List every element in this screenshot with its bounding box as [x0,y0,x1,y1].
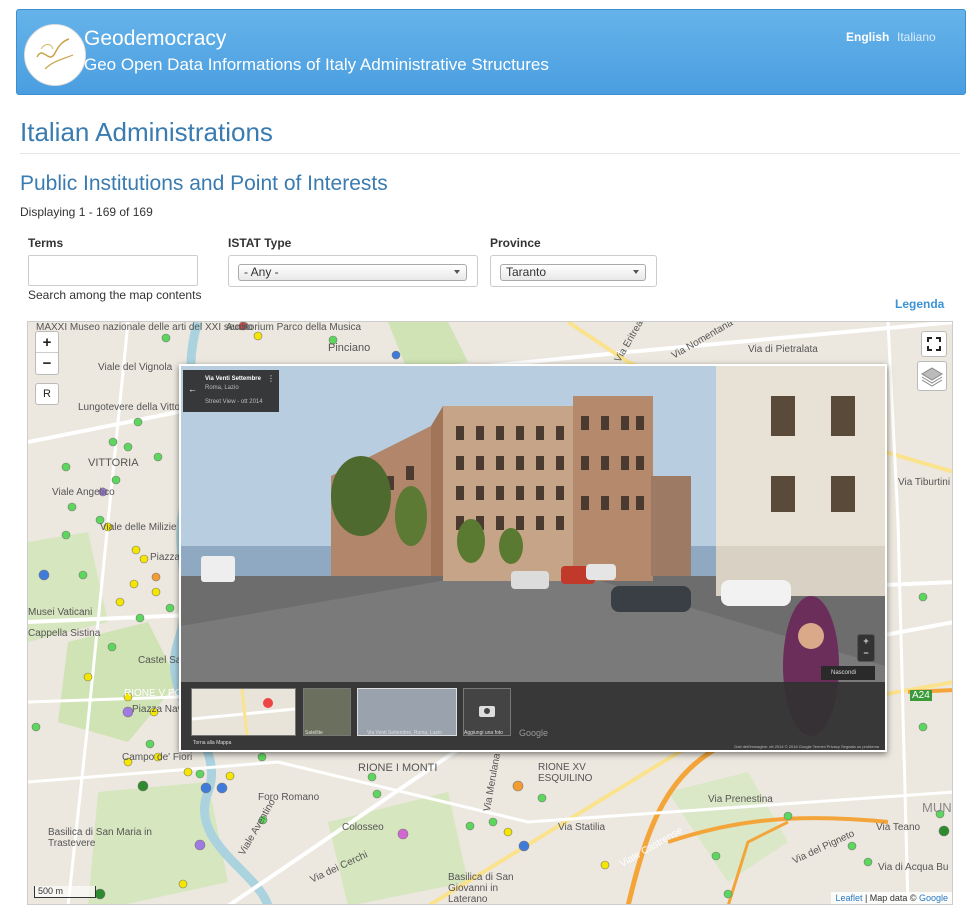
zoom-out-button[interactable]: − [36,353,58,374]
language-italiano-link[interactable]: Italiano [897,30,936,44]
zoom-control: + − [35,331,59,375]
sv-locality: Roma, Lazio [205,385,239,391]
satellite-label: Satellite [305,730,323,736]
map-label: Pinciano [328,342,371,354]
map[interactable]: MAXXI Museo nazionale delle arti del XXI… [27,321,953,905]
map-label: Viale del Vignola [98,362,173,373]
sv-zoom-control[interactable]: + − [857,634,875,662]
map-label: Piazza [150,552,181,563]
map-label: A24 [910,690,932,701]
satellite-thumbnail[interactable] [303,688,351,736]
map-label: Via di Acqua Bu [878,862,949,873]
map-label: Campo de' Fiori [122,752,193,763]
map-label: RIONE I MONTI [358,762,438,774]
map-label: RIONE XV ESQUILINO [538,762,593,784]
province-label: Province [490,236,541,250]
add-photo-thumbnail[interactable] [463,688,511,736]
istat-type-select[interactable]: - Any - [238,264,467,281]
site-name[interactable]: Geodemocracy [84,27,226,51]
leaflet-link[interactable]: Leaflet [835,893,862,903]
map-label: Cappella Sistina [28,628,101,639]
province-wrapper: Taranto [490,255,657,287]
sv-footer: Dati dell'immagine: ott 2014 © 2016 Goog… [734,744,879,749]
current-view-caption: Via Venti Settembre, Roma, Lazio [367,730,442,736]
map-label: Musei Vaticani [28,607,93,618]
map-label: Auditorium Parco della Musica [226,322,362,333]
page-title: Italian Administrations [20,117,273,147]
layers-icon[interactable] [917,361,947,391]
map-label: MUN [922,800,952,815]
sv-address: Via Venti Settembre [205,376,261,382]
attribution-sep: | Map data © [862,893,919,903]
map-label: Via Teano [876,822,921,833]
result-count: Displaying 1 - 169 of 169 [20,205,153,219]
camera-icon [479,706,495,717]
pin-icon [263,698,273,708]
section-title: Public Institutions and Point of Interes… [20,172,388,195]
province-value: Taranto [506,265,547,279]
add-photo-label: Aggiungi una foto [464,730,503,736]
map-label: Basilica di San Giovanni in Laterano [448,872,514,905]
more-options-icon[interactable]: ⋮ [267,374,275,383]
legend-link[interactable]: Legenda [895,297,944,311]
zoom-in-button[interactable]: + [36,332,58,353]
google-logo: Google [519,728,549,738]
map-label: MAXXI Museo nazionale delle arti del XXI… [36,322,253,333]
istat-type-wrapper: - Any - [228,255,478,287]
chevron-down-icon [454,270,460,274]
map-label: Via Prenestina [708,794,773,805]
reset-view-button[interactable]: R [35,383,59,405]
back-to-map-label: Torna alla Mappa [193,740,232,746]
street-view-thumbnail-strip: Torna alla Mappa Satellite Via Venti Set… [181,682,885,750]
street-view-panel[interactable]: ← Via Venti Settembre Roma, Lazio Street… [179,364,887,752]
map-label: Viale delle Milizie [100,522,177,533]
map-label: Via Statilia [558,822,606,833]
language-english-link[interactable]: English [846,30,889,44]
map-label: Colosseo [342,822,384,833]
back-arrow-icon[interactable]: ← [188,384,197,394]
province-select[interactable]: Taranto [500,264,646,281]
map-label: Basilica di San Maria in Trastevere [48,827,152,849]
istat-type-label: ISTAT Type [228,236,292,250]
fullscreen-icon[interactable] [921,331,947,357]
map-label: RIONE V PO [124,688,183,699]
map-label: Via Tiburtini [898,477,951,488]
scale-bar: 500 m [34,886,96,898]
chevron-down-icon [633,270,639,274]
site-header: Geodemocracy Geo Open Data Informations … [16,9,966,95]
map-label: Lungotevere della Vittoria [78,402,192,413]
map-label: Viale Angelico [52,487,115,498]
terms-label: Terms [28,236,64,250]
current-view-thumbnail[interactable] [357,688,457,736]
istat-type-value: - Any - [244,265,279,279]
google-link[interactable]: Google [919,893,948,903]
hide-button[interactable]: Nascondi [821,666,875,680]
terms-help-text: Search among the map contents [28,288,202,302]
map-label: VITTORIA [88,457,139,469]
back-to-map-thumbnail[interactable] [191,688,296,736]
map-attribution: Leaflet | Map data © Google [831,892,952,904]
divider [20,153,960,154]
sv-date: Street View - ott 2014 [205,399,263,405]
terms-input[interactable] [28,255,198,286]
map-label: Castel Sa [138,655,182,666]
map-label: Via di Pietralata [748,344,818,355]
logo-icon[interactable] [24,24,86,86]
street-view-info-card: ← Via Venti Settembre Roma, Lazio Street… [183,370,279,412]
site-slogan: Geo Open Data Informations of Italy Admi… [84,55,549,74]
